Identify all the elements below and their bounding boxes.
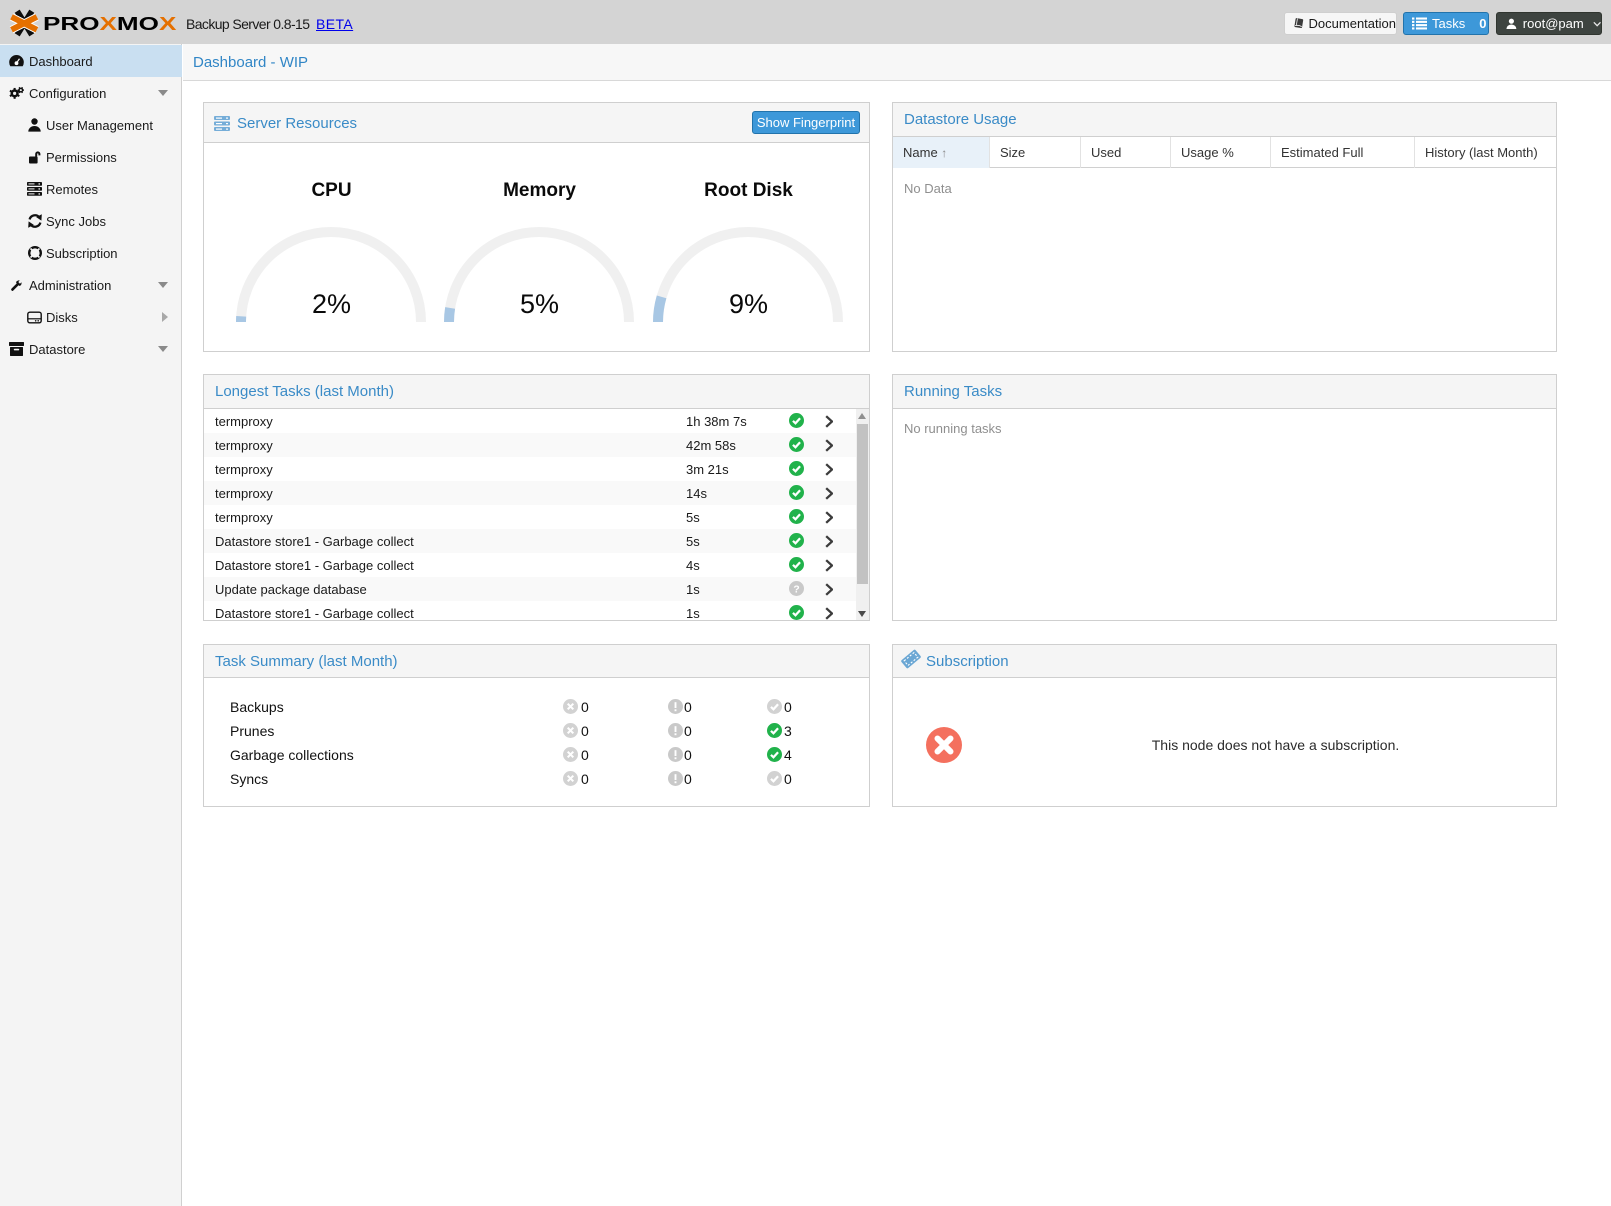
svg-text:?: ?	[793, 584, 799, 595]
